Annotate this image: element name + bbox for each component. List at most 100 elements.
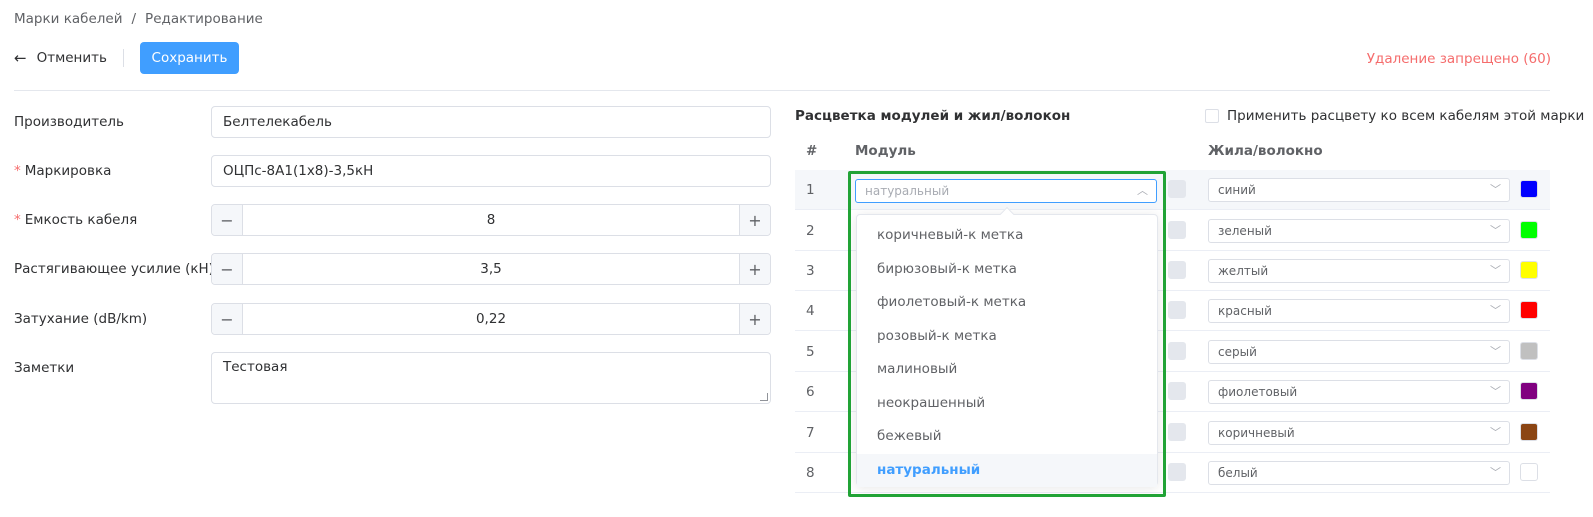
- column-header-module: Модуль: [855, 143, 916, 159]
- fiber-select[interactable]: желтый ﹀: [1208, 259, 1510, 283]
- attenuation-input[interactable]: 0,22: [243, 304, 739, 334]
- fiber-select-value: фиолетовый: [1218, 385, 1298, 399]
- form-row-attenuation: Затухание (dB/km) − 0,22 +: [14, 303, 771, 335]
- fiber-select[interactable]: белый ﹀: [1208, 461, 1510, 485]
- capacity-increment-button[interactable]: +: [739, 205, 770, 235]
- dropdown-option[interactable]: фиолетовый-к метка: [857, 286, 1157, 320]
- breadcrumb-separator: /: [131, 11, 137, 27]
- fiber-select[interactable]: коричневый ﹀: [1208, 421, 1510, 445]
- chevron-down-icon: ﹀: [1490, 264, 1501, 277]
- required-mark: *: [14, 212, 21, 228]
- dropdown-option[interactable]: малиновый: [857, 353, 1157, 387]
- dropdown-option[interactable]: коричневый-к метка: [857, 219, 1157, 253]
- breadcrumb-parent[interactable]: Марки кабелей: [14, 11, 122, 27]
- attenuation-stepper: − 0,22 +: [211, 303, 771, 335]
- module-color-swatch: [1168, 180, 1186, 198]
- attenuation-decrement-button[interactable]: −: [212, 304, 243, 334]
- manufacturer-label: Производитель: [14, 114, 125, 130]
- dropdown-option[interactable]: бежевый: [857, 420, 1157, 454]
- row-index: 7: [806, 425, 815, 441]
- dropdown-option[interactable]: натуральный: [857, 453, 1157, 487]
- fiber-select[interactable]: зеленый ﹀: [1208, 219, 1510, 243]
- capacity-decrement-button[interactable]: −: [212, 205, 243, 235]
- row-index: 5: [806, 344, 815, 360]
- row-index: 8: [806, 465, 815, 481]
- attenuation-increment-button[interactable]: +: [739, 304, 770, 334]
- chevron-down-icon: ﹀: [1490, 183, 1501, 196]
- manufacturer-input[interactable]: Белтелекабель: [211, 106, 771, 138]
- chevron-up-icon: ︿: [1137, 184, 1148, 197]
- resize-grip-icon[interactable]: [760, 393, 768, 401]
- header-divider: [14, 90, 1550, 91]
- module-dropdown: коричневый-к метка бирюзовый-к метка фиоле…: [856, 206, 1158, 487]
- form-row-marking: * Маркировка ОЦПс-8А1(1х8)-3,5кН: [14, 155, 771, 187]
- capacity-stepper: − 8 +: [211, 204, 771, 236]
- fiber-color-swatch: [1520, 382, 1538, 400]
- form-row-manufacturer: Производитель Белтелекабель: [14, 106, 771, 138]
- tensile-input[interactable]: 3,5: [243, 254, 739, 284]
- fiber-color-swatch: [1520, 221, 1538, 239]
- fiber-color-swatch: [1520, 180, 1538, 198]
- dropdown-option[interactable]: неокрашенный: [857, 387, 1157, 421]
- chevron-down-icon: ﹀: [1490, 385, 1501, 398]
- form-row-notes: Заметки Тестовая: [14, 352, 771, 404]
- tensile-increment-button[interactable]: +: [739, 254, 770, 284]
- form-row-tensile: Растягивающее усилие (кН) − 3,5 +: [14, 253, 771, 285]
- apply-all-label: Применить расцвету ко всем кабелям этой …: [1227, 108, 1585, 124]
- row-index: 3: [806, 263, 815, 279]
- fiber-select[interactable]: фиолетовый ﹀: [1208, 380, 1510, 404]
- checkbox-icon[interactable]: [1205, 109, 1219, 123]
- tensile-label: Растягивающее усилие (кН): [14, 261, 214, 277]
- tensile-decrement-button[interactable]: −: [212, 254, 243, 284]
- fiber-color-swatch: [1520, 463, 1538, 481]
- save-button[interactable]: Сохранить: [139, 42, 239, 74]
- toolbar: ← Отменить Сохранить: [14, 42, 239, 74]
- module-color-swatch: [1168, 423, 1186, 441]
- marking-input[interactable]: ОЦПс-8А1(1х8)-3,5кН: [211, 155, 771, 187]
- chevron-down-icon: ﹀: [1490, 466, 1501, 479]
- module-color-swatch: [1168, 221, 1186, 239]
- coloring-title: Расцветка модулей и жил/волокон: [795, 108, 1071, 124]
- form-row-capacity: * Емкость кабеля − 8 +: [14, 204, 771, 236]
- row-index: 6: [806, 384, 815, 400]
- row-index: 4: [806, 303, 815, 319]
- delete-warning: Удаление запрещено (60): [1366, 51, 1551, 67]
- chevron-down-icon: ﹀: [1490, 426, 1501, 439]
- cancel-button[interactable]: ← Отменить: [14, 49, 107, 67]
- arrow-left-icon: ←: [14, 49, 27, 67]
- fiber-select-value: желтый: [1218, 264, 1269, 278]
- toolbar-divider: [122, 49, 124, 67]
- module-select-row-1[interactable]: натуральный ︿: [855, 179, 1157, 203]
- tensile-stepper: − 3,5 +: [211, 253, 771, 285]
- fiber-select-value: зеленый: [1218, 224, 1272, 238]
- fiber-color-swatch: [1520, 301, 1538, 319]
- fiber-select-value: красный: [1218, 304, 1272, 318]
- marking-label: * Маркировка: [14, 163, 112, 179]
- fiber-select[interactable]: синий ﹀: [1208, 178, 1510, 202]
- chevron-down-icon: ﹀: [1490, 304, 1501, 317]
- apply-all-checkbox[interactable]: Применить расцвету ко всем кабелям этой …: [1205, 108, 1584, 124]
- chevron-down-icon: ﹀: [1490, 345, 1501, 358]
- row-index: 2: [806, 223, 815, 239]
- module-select-placeholder: натуральный: [865, 184, 950, 198]
- dropdown-option[interactable]: розовый-к метка: [857, 320, 1157, 354]
- column-header-fiber: Жила/волокно: [1208, 143, 1323, 159]
- capacity-label: * Емкость кабеля: [14, 212, 138, 228]
- fiber-color-swatch: [1520, 342, 1538, 360]
- cancel-label: Отменить: [36, 50, 107, 66]
- breadcrumb: Марки кабелей / Редактирование: [14, 11, 263, 27]
- fiber-select[interactable]: серый ﹀: [1208, 340, 1510, 364]
- fiber-color-swatch: [1520, 423, 1538, 441]
- breadcrumb-current: Редактирование: [145, 11, 263, 27]
- fiber-select-value: синий: [1218, 183, 1256, 197]
- capacity-input[interactable]: 8: [243, 205, 739, 235]
- fiber-select[interactable]: красный ﹀: [1208, 299, 1510, 323]
- column-header-index: #: [806, 143, 818, 159]
- notes-textarea[interactable]: Тестовая: [211, 352, 771, 404]
- fiber-select-value: белый: [1218, 466, 1258, 480]
- required-mark: *: [14, 163, 21, 179]
- fiber-select-value: коричневый: [1218, 426, 1295, 440]
- notes-value: Тестовая: [223, 359, 288, 375]
- dropdown-option[interactable]: бирюзовый-к метка: [857, 253, 1157, 287]
- module-color-swatch: [1168, 301, 1186, 319]
